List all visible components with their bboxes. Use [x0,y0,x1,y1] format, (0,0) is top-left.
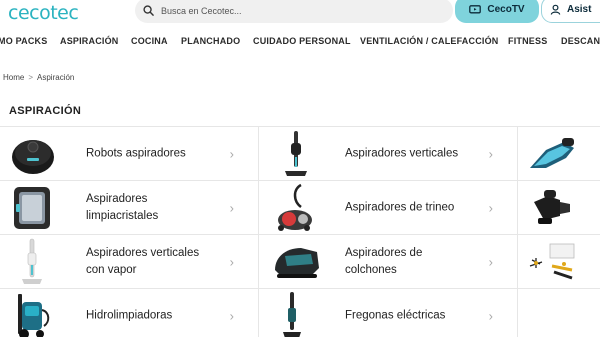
sled-vacuum-icon [278,183,312,231]
breadcrumb-separator: > [28,73,34,82]
handheld-vacuum-icon [530,137,574,168]
nav-item-descanso[interactable]: DESCANS [561,36,600,46]
breadcrumb-current: Aspiración [37,73,75,82]
grid-row: Robots aspiradores › Aspiradores vertica… [0,126,600,180]
assist-label: Asist [567,4,592,15]
nav-item-ventilacion[interactable]: VENTILACIÓN / CALEFACCIÓN [360,36,499,46]
nav-item-fitness[interactable]: FITNESS [508,36,547,46]
category-card-fregonas[interactable]: Fregonas eléctricas › [259,289,518,337]
handheld-steamer-icon [534,189,570,224]
chevron-right-icon: › [229,200,234,215]
nav-item-planchado[interactable]: PLANCHADO [181,36,240,46]
category-label: Aspiradores verticales [345,147,459,159]
category-card-verticales[interactable]: Aspiradores verticales › [259,127,518,180]
category-card-steamer[interactable] [518,181,600,234]
grid-row: Aspiradores limpiacristales › Aspiradore… [0,180,600,234]
nav-item-aspiracion[interactable]: ASPIRACIÓN [60,36,119,46]
grid-row: Hidrolimpiadoras › Fregonas eléctricas › [0,288,600,337]
window-cleaner-icon [14,186,50,229]
category-label: Aspiradores de colchones [345,246,423,276]
category-label: Fregonas eléctricas [345,309,446,321]
category-card-vapor[interactable]: Aspiradores verticales con vapor › [0,235,259,288]
category-card-handheld[interactable] [518,127,600,180]
main-nav: MO PACKS ASPIRACIÓN COCINA PLANCHADO CUI… [0,36,600,52]
chevron-right-icon: › [488,254,493,269]
grid-row: Aspiradores verticales con vapor › Aspir… [0,234,600,288]
cecotv-label: CecoTV [487,4,525,15]
search-bar[interactable] [135,0,453,23]
category-card-limpiacristales[interactable]: Aspiradores limpiacristales › [0,181,259,234]
chevron-right-icon: › [488,308,493,323]
cecotec-logo[interactable]: cecotec [8,2,79,24]
stick-vacuum-icon [285,130,307,176]
category-label: Robots aspiradores [86,147,186,159]
chevron-right-icon: › [229,146,234,161]
pressure-washer-icon [18,293,50,337]
assist-button[interactable]: Asist [541,0,600,23]
breadcrumb-home[interactable]: Home [3,73,24,82]
nav-item-cuidado-personal[interactable]: CUIDADO PERSONAL [253,36,351,46]
chevron-right-icon: › [488,146,493,161]
breadcrumb: Home > Aspiración [3,73,74,82]
cecotv-button[interactable]: CecoTV [455,0,539,23]
user-icon [550,4,561,15]
tv-icon [469,4,482,13]
category-card-empty [518,289,600,337]
category-card-hidrolimpiadoras[interactable]: Hidrolimpiadoras › [0,289,259,337]
search-input[interactable] [161,5,421,16]
chevron-right-icon: › [488,200,493,215]
chevron-right-icon: › [229,308,234,323]
accessories-icon [529,243,575,279]
category-label: Aspiradores de trineo [345,201,455,213]
electric-mop-icon [283,291,301,337]
category-card-robots[interactable]: Robots aspiradores › [0,127,259,180]
category-card-accessories[interactable] [518,235,600,288]
mattress-vacuum-icon [275,247,319,278]
nav-item-cocina[interactable]: COCINA [131,36,168,46]
chevron-right-icon: › [229,254,234,269]
category-label: Aspiradores verticales con vapor [86,246,200,276]
search-icon [143,5,154,16]
category-label: Aspiradores limpiacristales [86,192,159,222]
site-header: cecotec CecoTV Asist [0,0,600,28]
category-card-colchones[interactable]: Aspiradores de colchones › [259,235,518,288]
nav-item-packs[interactable]: MO PACKS [0,36,47,46]
category-label: Hidrolimpiadoras [86,309,173,321]
category-card-trineo[interactable]: Aspiradores de trineo › [259,181,518,234]
steam-stick-vacuum-icon [22,238,42,284]
page-title: ASPIRACIÓN [9,105,82,117]
robot-vacuum-icon [12,139,54,174]
